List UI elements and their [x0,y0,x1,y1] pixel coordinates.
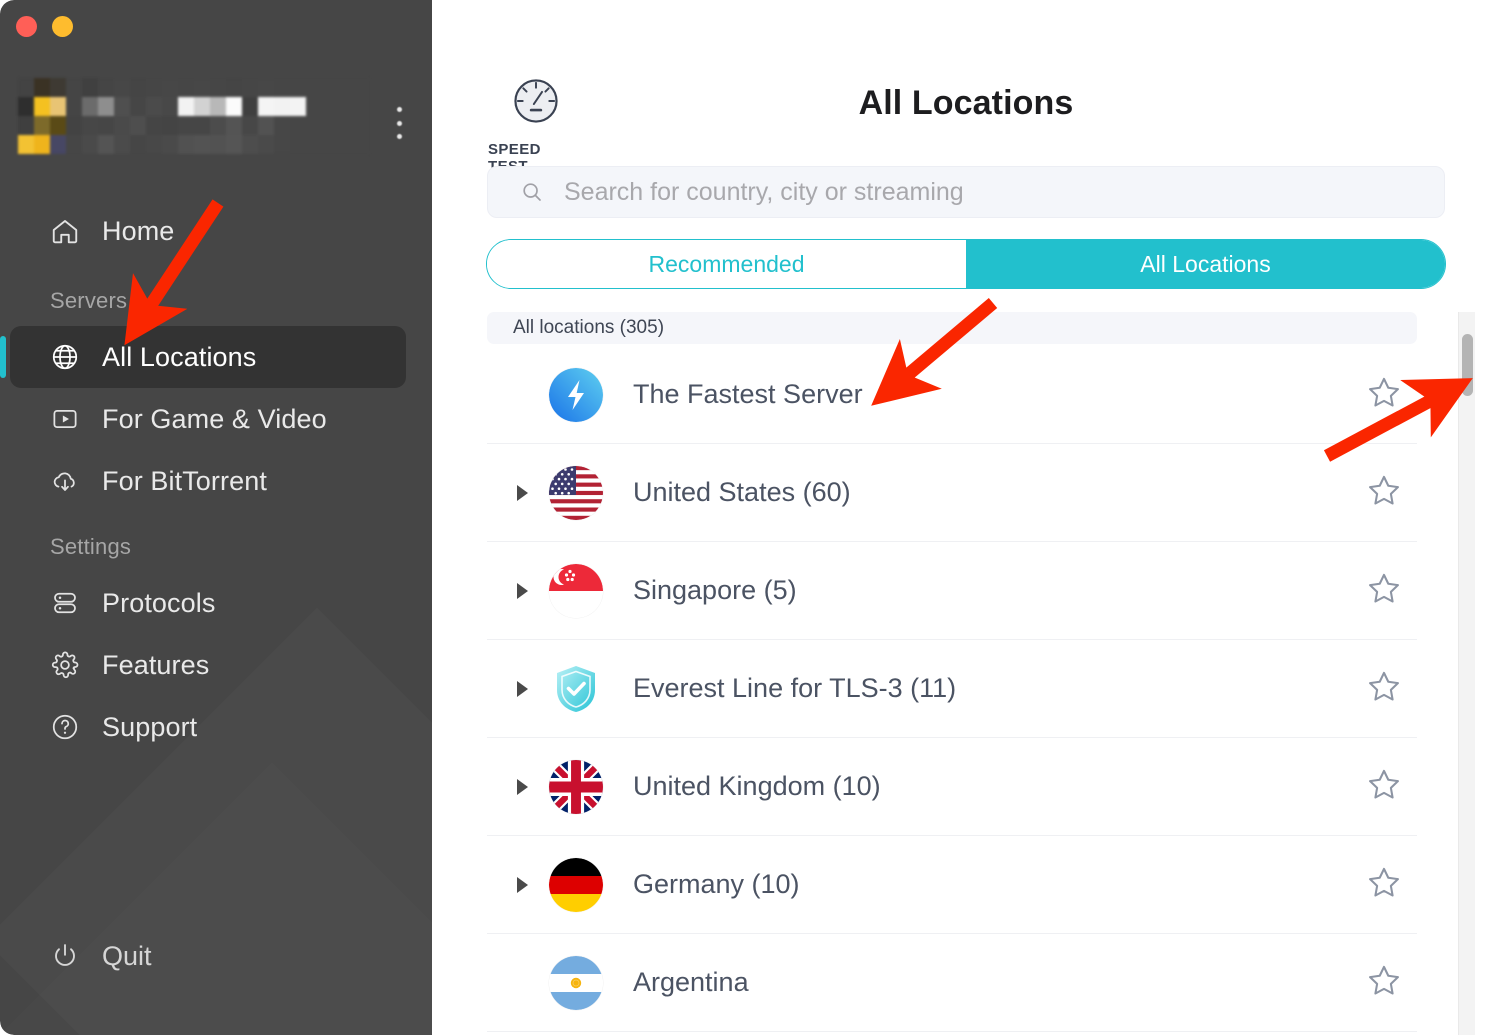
expand-caret-icon[interactable] [507,582,537,599]
favorite-star-icon[interactable] [1365,569,1403,612]
lightning-bolt-badge-icon [549,367,603,422]
sidebar-item-label: Protocols [102,587,216,618]
play-box-icon [50,404,80,434]
list-item[interactable]: Germany (10) [487,836,1417,934]
favorite-star-icon[interactable] [1365,667,1403,710]
locations-scrollbar[interactable] [1458,312,1475,1035]
sidebar-item-label: All Locations [102,341,257,372]
search-icon [520,180,544,204]
minimize-window-button[interactable] [52,16,73,37]
sidebar-section-servers: Servers [50,288,128,313]
expand-caret-icon[interactable] [507,680,537,697]
quit-button[interactable]: Quit [10,925,152,987]
sidebar-watermark-secondary [0,762,432,1035]
list-item[interactable]: Argentina [487,934,1417,1032]
favorite-star-icon[interactable] [1365,863,1403,906]
close-window-button[interactable] [16,16,37,37]
search-bar[interactable] [487,166,1445,218]
list-item[interactable]: Everest Line for TLS-3 (11) [487,640,1417,738]
list-item[interactable]: United States (60) [487,444,1417,542]
sidebar-item-all-locations[interactable]: All Locations [0,326,406,388]
favorite-star-icon[interactable] [1365,961,1403,1004]
sidebar-section-settings: Settings [50,534,132,559]
flag-us-icon [549,465,603,520]
list-item[interactable]: The Fastest Server [487,346,1417,444]
quit-label: Quit [102,940,152,971]
sidebar-item-protocols[interactable]: Protocols [10,572,406,634]
location-name: Germany (10) [633,869,800,899]
question-circle-icon [50,712,80,742]
favorite-star-icon[interactable] [1365,471,1403,514]
account-more-options-icon[interactable] [392,105,406,141]
tab-all-locations[interactable]: All Locations [966,240,1445,288]
power-icon [50,941,80,971]
location-name: United Kingdom (10) [633,771,881,801]
sidebar-item-label: Features [102,649,210,680]
gear-icon [50,650,80,680]
expand-caret-icon[interactable] [507,484,537,501]
redacted-account-mosaic [18,78,370,154]
flag-ar-icon [549,955,603,1010]
scrollbar-thumb[interactable] [1462,334,1473,396]
home-icon [50,216,80,246]
sidebar-item-features[interactable]: Features [10,634,406,696]
sidebar-item-for-game-and-video[interactable]: For Game & Video [10,388,406,450]
list-item[interactable]: Singapore (5) [487,542,1417,640]
list-item[interactable]: United Kingdom (10) [487,738,1417,836]
all-locations-group-header: All locations (305) [487,312,1417,344]
sidebar: Home Servers All Locations For Game & Vi… [0,0,432,1035]
favorite-star-icon[interactable] [1365,373,1403,416]
cloud-download-icon [50,466,80,496]
shield-check-badge-icon [549,662,603,716]
window-traffic-lights [16,16,73,37]
flag-de-icon [549,857,603,912]
account-info-redacted[interactable] [0,70,432,170]
sidebar-item-support[interactable]: Support [10,696,406,758]
location-name: Singapore (5) [633,575,797,605]
vpn-app-window: Home Servers All Locations For Game & Vi… [0,0,1500,1035]
tab-recommended[interactable]: Recommended [487,240,966,288]
search-input[interactable] [562,176,1444,208]
sidebar-item-home[interactable]: Home [10,200,406,262]
main-panel: SPEED TEST All Locations Recommended All… [432,0,1500,1035]
favorite-star-icon[interactable] [1365,765,1403,808]
sidebar-item-label: For BitTorrent [102,465,267,496]
sidebar-item-for-bittorrent[interactable]: For BitTorrent [10,450,406,512]
sidebar-item-label: For Game & Video [102,403,327,434]
expand-caret-icon[interactable] [507,876,537,893]
location-name: Everest Line for TLS-3 (11) [633,673,957,703]
locations-tab-switcher: Recommended All Locations [486,239,1446,289]
expand-caret-icon[interactable] [507,778,537,795]
flag-sg-icon [549,563,603,618]
server-stack-icon [50,588,80,618]
globe-icon [50,342,80,372]
location-name: United States (60) [633,477,851,507]
sidebar-nav: Home Servers All Locations For Game & Vi… [0,200,432,758]
locations-list: The Fastest Server United States (60) Si… [487,346,1417,1035]
sidebar-item-label: Support [102,711,198,742]
sidebar-item-label: Home [102,215,175,246]
page-title: All Locations [858,84,1074,122]
location-name: Argentina [633,967,749,997]
flag-gb-icon [549,759,603,814]
location-name: The Fastest Server [633,379,863,409]
